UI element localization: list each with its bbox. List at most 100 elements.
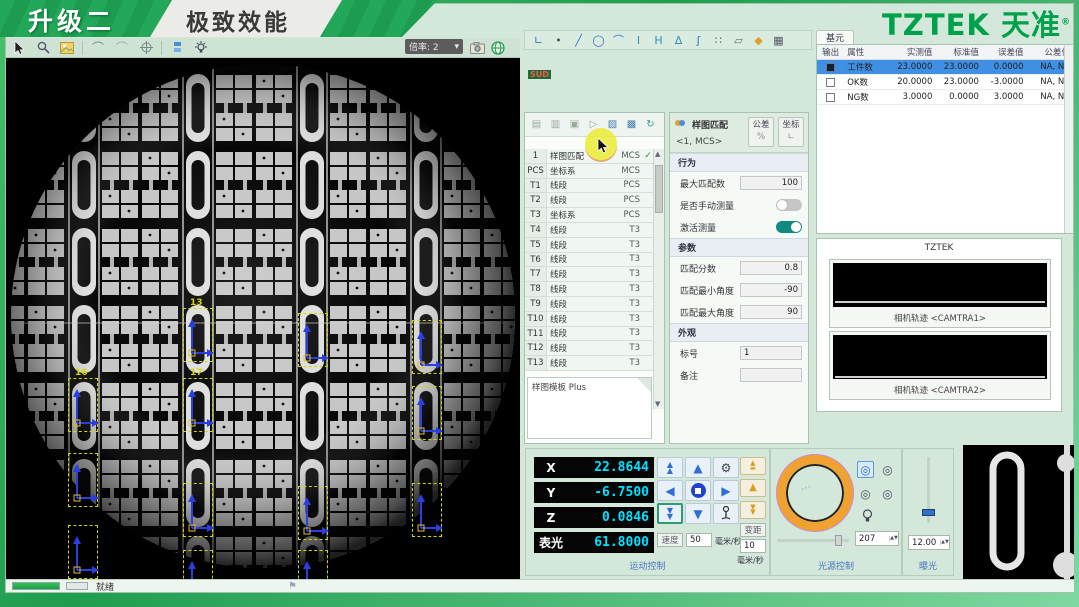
light-tool-icon[interactable] [192,40,210,56]
jog-down-button[interactable]: ▼ [685,503,711,524]
camera-trajectory-2[interactable]: 相机轨迹 <CAMTRA2> [829,331,1051,400]
crosshair-tool-icon[interactable] [137,40,155,56]
scrollbar-thumb[interactable] [655,165,663,213]
zoom-tool-icon[interactable] [34,40,52,56]
z-down-fast-button[interactable]: ▼▼ [740,501,766,519]
program-row[interactable]: T6 线段 T3 ✓ [525,253,654,268]
results-row[interactable]: 工件数 23.0000 23.0000 0.0000 NA, NA [817,60,1073,75]
list-tool-icon[interactable]: ▩ [624,117,639,132]
program-row[interactable]: T3 坐标系 PCS ✓ [525,208,654,223]
step-button[interactable]: 变距 [740,523,766,537]
list-tool-icon[interactable]: ▥ [548,117,563,132]
scroll-down-icon[interactable]: ▼ [655,400,660,408]
program-list-scrollbar[interactable]: ▲ ▼ [653,149,664,409]
stop-button[interactable] [685,480,711,501]
step-input[interactable]: 10 [740,539,766,553]
match-mark-box [298,486,328,540]
image-tool-icon[interactable] [58,40,76,56]
max-angle-input[interactable]: 90 [740,305,802,319]
active-measure-toggle[interactable] [776,221,802,233]
joystick-button[interactable] [713,503,739,524]
tolerance-button[interactable]: 公差% [748,117,774,147]
program-row[interactable]: T10 线段 T3 ✓ [525,312,654,327]
ring-channel-4-icon[interactable]: ◎ [879,485,896,502]
program-row-name: 线段 [547,239,616,251]
jog-right-button[interactable]: ▶ [713,480,739,501]
spinner-arrows-icon[interactable]: ▲▼ [940,540,949,545]
camera-trajectory-1[interactable]: 相机轨迹 <CAMTRA1> [829,259,1051,328]
program-row[interactable]: T12 线段 T3 ✓ [525,341,654,356]
output-checkbox[interactable] [826,93,835,102]
geometry-tool-icon[interactable]: Η [650,34,667,47]
spinner-arrows-icon[interactable]: ▲▼ [889,536,898,541]
geometry-tool-icon[interactable]: ╱ [570,34,587,47]
output-checkbox[interactable] [826,63,835,72]
geometry-tool-icon[interactable]: ⌒ [610,32,627,48]
magnification-dropdown[interactable]: 倍率: 2▾ [405,39,463,54]
light-intensity-slider[interactable] [777,539,849,542]
ring-channel-3-icon[interactable]: ◎ [857,485,874,502]
geometry-tool-icon[interactable]: ∟ [530,34,547,47]
speed-input[interactable]: 50 [686,533,712,547]
exposure-slider[interactable] [927,457,930,523]
program-row[interactable]: T8 线段 T3 ✓ [525,282,654,297]
geometry-tool-icon[interactable]: Ⅰ [630,34,647,47]
speed-button[interactable]: 速度 [657,533,683,547]
program-row[interactable]: T2 线段 PCS ✓ [525,193,654,208]
match-score-input[interactable]: 0.8 [740,261,802,275]
snapshot-button[interactable] [468,40,486,56]
camera-viewport[interactable]: 13 [6,58,520,579]
results-scrollbar[interactable] [1064,45,1073,233]
exposure-spinner[interactable]: 12.00 ▲▼ [908,535,950,550]
program-row[interactable]: T9 线段 T3 ✓ [525,297,654,312]
jog-left-button[interactable]: ◀ [657,480,683,501]
curve-measure-icon[interactable]: ⌒ [113,40,131,56]
geometry-tool-icon[interactable]: ∷ [710,34,727,47]
settings-gear-button[interactable]: ⚙ [713,457,739,478]
note-input[interactable] [740,368,802,382]
dro-axis-value: 22.8644 [568,460,654,475]
jog-up-button[interactable]: ▲ [685,457,711,478]
arc-measure-icon[interactable]: ⌒ [89,40,107,56]
geometry-tool-icon[interactable]: ◆ [750,34,767,47]
geometry-tool-icon[interactable]: ▱ [730,34,747,47]
list-tool-icon[interactable]: ↻ [643,117,658,132]
max-match-input[interactable]: 100 [740,176,802,190]
geometry-tool-icon[interactable]: • [550,34,567,47]
jog-down-fast-button[interactable]: ▼▼ [657,503,683,524]
tag-input[interactable]: 1 [740,346,802,360]
jog-up-fast-button[interactable]: ▲▲ [657,457,683,478]
layers-tool-icon[interactable] [168,40,186,56]
list-tool-icon[interactable]: ▤ [529,117,544,132]
manual-measure-toggle[interactable] [776,199,802,211]
program-row-name: 坐标系 [547,209,616,221]
scroll-up-icon[interactable]: ▲ [655,150,660,158]
output-checkbox[interactable] [826,78,835,87]
lamp-icon[interactable] [859,507,876,524]
ring-light-dial[interactable] [777,455,853,531]
program-row[interactable]: T4 线段 T3 ✓ [525,223,654,238]
program-row[interactable]: T5 线段 T3 ✓ [525,238,654,253]
z-top-button[interactable]: ▲▬ [740,457,766,475]
globe-icon[interactable] [489,40,507,56]
program-row[interactable]: T11 线段 T3 ✓ [525,327,654,342]
program-row[interactable]: T7 线段 T3 ✓ [525,267,654,282]
ring-channel-1-icon[interactable]: ◎ [857,461,874,478]
tab-primitives[interactable]: 基元 [816,30,854,45]
z-up-button[interactable]: ▲ [740,479,766,497]
cursor-tool-icon[interactable] [10,40,28,56]
program-row[interactable]: T13 线段 T3 ✓ [525,356,654,371]
results-row[interactable]: NG数 3.0000 0.0000 3.0000 NA, NA [817,90,1073,105]
geometry-tool-icon[interactable]: ʃ [690,34,707,47]
program-row[interactable]: T1 线段 PCS ✓ [525,179,654,194]
list-tool-icon[interactable]: ▣ [567,117,582,132]
min-angle-input[interactable]: -90 [740,283,802,297]
ring-channel-2-icon[interactable]: ◎ [879,461,896,478]
program-row[interactable]: PCS 坐标系 MCS ✓ [525,164,654,179]
geometry-tool-icon[interactable]: ◯ [590,34,607,47]
geometry-tool-icon[interactable]: ▦ [770,34,787,47]
results-row[interactable]: OK数 20.0000 23.0000 -3.0000 NA, NA [817,75,1073,90]
coordinate-button[interactable]: 坐标∟ [778,117,804,147]
geometry-tool-icon[interactable]: ∆ [670,34,687,47]
light-value-spinner[interactable]: 207 ▲▼ [855,531,899,546]
